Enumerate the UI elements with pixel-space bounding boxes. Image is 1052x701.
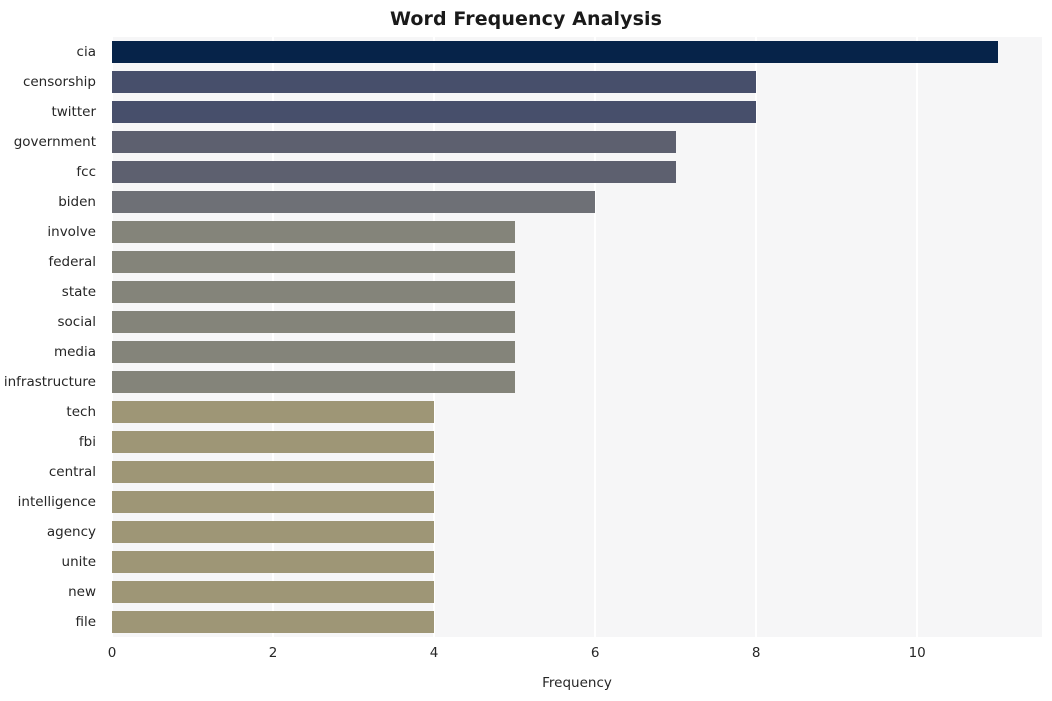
y-tick-label-tech: tech bbox=[66, 404, 96, 420]
bar-biden[interactable] bbox=[112, 191, 596, 213]
y-tick-label-unite: unite bbox=[61, 554, 96, 570]
bar-new[interactable] bbox=[112, 581, 435, 603]
y-axis-tick-labels: cia censorship twitter government fcc biden in… bbox=[0, 37, 106, 637]
bar-row bbox=[112, 191, 1042, 213]
bar-cia[interactable] bbox=[112, 41, 998, 63]
bar-row bbox=[112, 161, 1042, 183]
bar-row bbox=[112, 461, 1042, 483]
bar-infrastructure[interactable] bbox=[112, 371, 515, 393]
bar-file[interactable] bbox=[112, 611, 435, 633]
bar-row bbox=[112, 581, 1042, 603]
bar-media[interactable] bbox=[112, 341, 515, 363]
x-axis-title: Frequency bbox=[542, 675, 612, 691]
bar-fbi[interactable] bbox=[112, 431, 435, 453]
y-tick-label-new: new bbox=[68, 584, 96, 600]
bar-intelligence[interactable] bbox=[112, 491, 435, 513]
bar-row bbox=[112, 71, 1042, 93]
bar-row bbox=[112, 431, 1042, 453]
y-tick-label-media: media bbox=[53, 344, 96, 360]
y-tick-label-cia: cia bbox=[76, 44, 96, 60]
bar-tech[interactable] bbox=[112, 401, 435, 423]
y-tick-label-fcc: fcc bbox=[76, 164, 96, 180]
bar-agency[interactable] bbox=[112, 521, 435, 543]
y-tick-label-intelligence: intelligence bbox=[17, 494, 96, 510]
bar-row bbox=[112, 551, 1042, 573]
y-tick-label-file: file bbox=[75, 614, 96, 630]
chart-title: Word Frequency Analysis bbox=[389, 8, 663, 30]
y-tick-label-government: government bbox=[13, 134, 96, 150]
x-tick-label-2: 2 bbox=[268, 645, 278, 661]
y-tick-label-involve: involve bbox=[47, 224, 96, 240]
x-tick-label-4: 4 bbox=[429, 645, 439, 661]
y-tick-label-state: state bbox=[61, 284, 96, 300]
x-tick-label-0: 0 bbox=[107, 645, 117, 661]
bar-fcc[interactable] bbox=[112, 161, 676, 183]
word-frequency-chart-figure: Word Frequency Analysis cia censorship twi… bbox=[0, 0, 1052, 701]
bar-row bbox=[112, 41, 1042, 63]
y-tick-label-central: central bbox=[48, 464, 96, 480]
x-tick-label-8: 8 bbox=[751, 645, 761, 661]
x-tick-label-10: 10 bbox=[908, 645, 926, 661]
bar-row bbox=[112, 491, 1042, 513]
y-tick-label-infrastructure: infrastructure bbox=[3, 374, 96, 390]
y-tick-label-social: social bbox=[57, 314, 97, 330]
y-tick-label-fbi: fbi bbox=[78, 434, 96, 450]
bar-social[interactable] bbox=[112, 311, 515, 333]
plot-area bbox=[111, 37, 1042, 637]
bar-row bbox=[112, 101, 1042, 123]
bar-involve[interactable] bbox=[112, 221, 515, 243]
bar-row bbox=[112, 131, 1042, 153]
bar-government[interactable] bbox=[112, 131, 676, 153]
bar-state[interactable] bbox=[112, 281, 515, 303]
bar-censorship[interactable] bbox=[112, 71, 757, 93]
bar-row bbox=[112, 251, 1042, 273]
y-tick-label-agency: agency bbox=[46, 524, 96, 540]
x-tick-label-6: 6 bbox=[590, 645, 600, 661]
bar-twitter[interactable] bbox=[112, 101, 757, 123]
bar-row bbox=[112, 401, 1042, 423]
bar-row bbox=[112, 221, 1042, 243]
bar-row bbox=[112, 341, 1042, 363]
y-tick-label-biden: biden bbox=[58, 194, 96, 210]
bar-central[interactable] bbox=[112, 461, 435, 483]
bar-row bbox=[112, 311, 1042, 333]
bar-row bbox=[112, 611, 1042, 633]
x-axis: 0 2 4 6 8 10 Frequency bbox=[0, 637, 1052, 701]
y-tick-label-federal: federal bbox=[48, 254, 96, 270]
bar-row bbox=[112, 521, 1042, 543]
bars-layer bbox=[112, 37, 1042, 637]
bar-row bbox=[112, 371, 1042, 393]
bar-federal[interactable] bbox=[112, 251, 515, 273]
bar-row bbox=[112, 281, 1042, 303]
y-tick-label-censorship: censorship bbox=[22, 74, 96, 90]
bar-unite[interactable] bbox=[112, 551, 435, 573]
y-tick-label-twitter: twitter bbox=[51, 104, 96, 120]
